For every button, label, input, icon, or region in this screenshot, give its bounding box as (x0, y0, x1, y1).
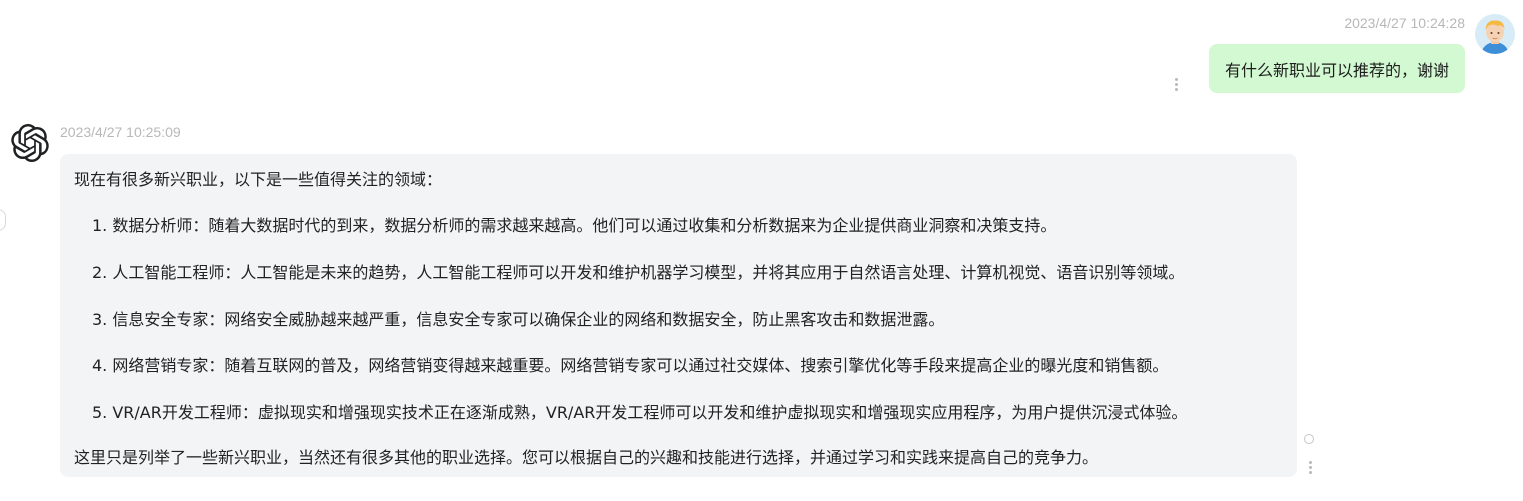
list-item: 2. 人工智能工程师：人工智能是未来的趋势，人工智能工程师可以开发和维护机器学习… (92, 263, 1185, 282)
list-item: 5. VR/AR开发工程师：虚拟现实和增强现实技术正在逐渐成熟，VR/AR开发工… (92, 403, 1188, 422)
user-message-bubble: 有什么新职业可以推荐的，谢谢 (1208, 44, 1465, 93)
bot-avatar-icon (11, 124, 49, 163)
copy-indicator-icon[interactable] (1304, 434, 1314, 444)
bot-message-more-icon[interactable] (1309, 461, 1313, 476)
sidebar-toggle-handle[interactable] (0, 209, 6, 231)
list-item: 1. 数据分析师：随着大数据时代的到来，数据分析师的需求越来越高。他们可以通过收… (92, 216, 1057, 235)
openai-logo-icon (11, 124, 49, 163)
bot-message-bubble: 现在有很多新兴职业，以下是一些值得关注的领域： 1. 数据分析师：随着大数据时代… (60, 154, 1297, 477)
avatar-icon (1475, 14, 1515, 54)
user-avatar (1475, 14, 1515, 54)
user-message-more-icon[interactable] (1175, 78, 1179, 93)
list-item: 3. 信息安全专家：网络安全威胁越来越严重，信息安全专家可以确保企业的网络和数据… (92, 310, 945, 329)
bot-message-timestamp: 2023/4/27 10:25:09 (60, 124, 181, 140)
list-item: 4. 网络营销专家：随着互联网的普及，网络营销变得越来越重要。网络营销专家可以通… (92, 356, 1169, 375)
bot-outro-text: 这里只是列举了一些新兴职业，当然还有很多其他的职业选择。您可以根据自己的兴趣和技… (74, 448, 1099, 467)
user-message-timestamp: 2023/4/27 10:24:28 (1344, 15, 1465, 31)
chat-view: 2023/4/27 10:24:28 有什么新职业可以推荐的，谢谢 2023/4… (0, 0, 1523, 501)
bot-intro-text: 现在有很多新兴职业，以下是一些值得关注的领域： (74, 170, 443, 189)
